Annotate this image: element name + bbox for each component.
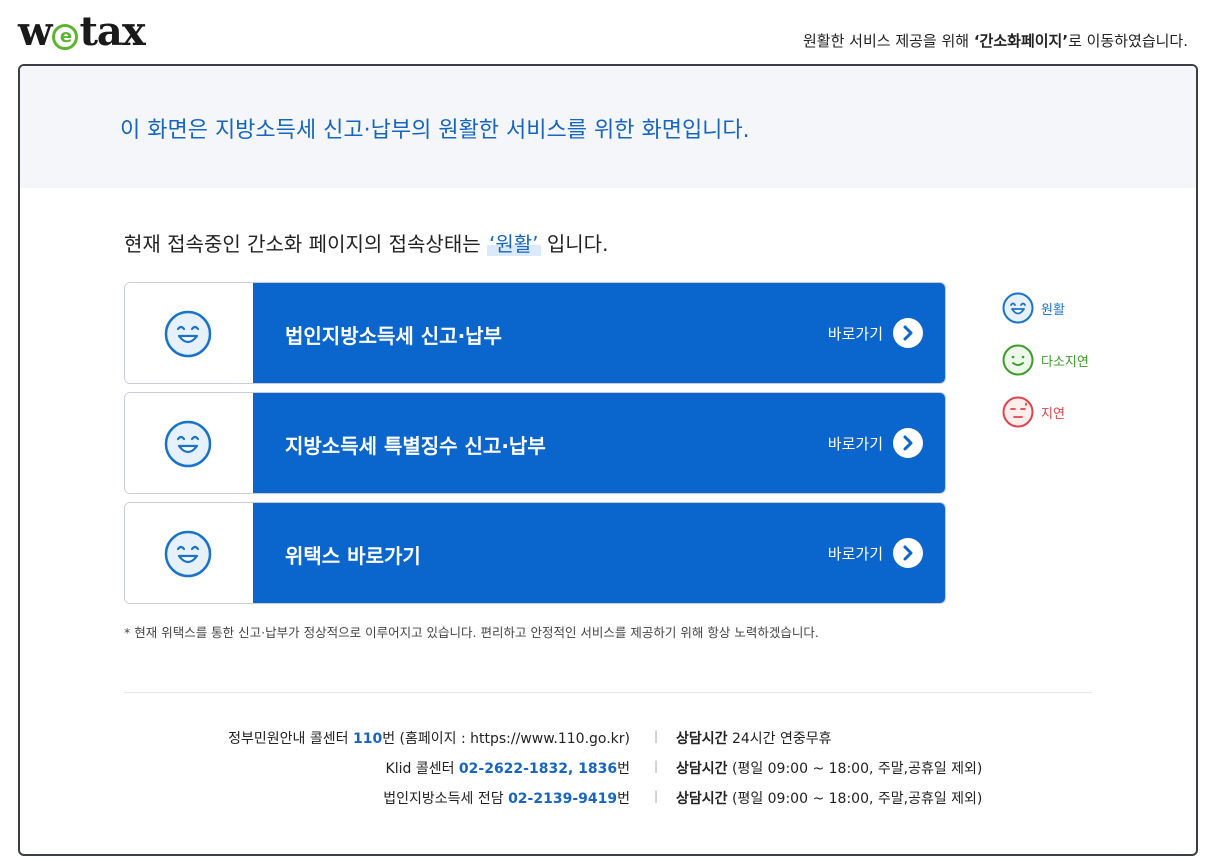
connection-status: 현재 접속중인 간소화 페이지의 접속상태는 ‘원활’ 입니다. <box>124 228 608 257</box>
go-label: 바로가기 <box>827 434 883 453</box>
logo-tax: tax <box>79 8 145 55</box>
go-label: 바로가기 <box>827 544 883 563</box>
contact-row: 정부민원안내 콜센터 110번 (홈페이지 : https://www.110.… <box>124 724 1092 754</box>
contact-center: 정부민원안내 콜센터 110번 (홈페이지 : https://www.110.… <box>228 728 630 748</box>
smile-face-icon <box>164 420 212 468</box>
service-status-cell <box>125 283 253 383</box>
legend-item-delay: 지연 <box>1002 386 1089 438</box>
service-bar: 법인지방소득세 신고·납부 바로가기 <box>253 283 945 383</box>
legend-item-slight-delay: 다소지연 <box>1002 334 1089 386</box>
header: w e tax 원활한 서비스 제공을 위해 ‘간소화페이지’로 이동하였습니다. <box>0 0 1210 62</box>
separator: | <box>654 729 659 743</box>
chevron-right-icon <box>893 538 923 568</box>
smile-face-icon <box>164 530 212 578</box>
go-link[interactable]: 바로가기 <box>828 318 923 348</box>
service-status-cell <box>125 393 253 493</box>
service-bar: 위택스 바로가기 바로가기 <box>253 503 945 603</box>
redirect-message: 원활한 서비스 제공을 위해 ‘간소화페이지’로 이동하였습니다. <box>803 30 1188 51</box>
contact-row: 법인지방소득세 전담 02-2139-9419번 | 상담시간 (평일 09:0… <box>124 784 1092 814</box>
consult-hours: 상담시간 (평일 09:00 ~ 18:00, 주말,공휴일 제외) <box>676 758 982 778</box>
chevron-right-icon <box>893 318 923 348</box>
service-title: 지방소득세 특별징수 신고·납부 <box>285 434 546 458</box>
contact-info: 정부민원안내 콜센터 110번 (홈페이지 : https://www.110.… <box>124 724 1092 814</box>
service-status-cell <box>125 503 253 603</box>
contact-row: Klid 콜센터 02-2622-1832, 1836번 | 상담시간 (평일 … <box>124 754 1092 784</box>
service-note: * 현재 위택스를 통한 신고·납부가 정상적으로 이루어지고 있습니다. 편리… <box>124 625 819 640</box>
go-label: 바로가기 <box>827 324 883 343</box>
redirect-message-post: 로 이동하였습니다. <box>1068 32 1188 50</box>
redirect-message-pre: 원활한 서비스 제공을 위해 <box>802 32 974 50</box>
contact-number[interactable]: 02-2622-1832, 1836 <box>459 761 617 777</box>
contact-center: 법인지방소득세 전담 02-2139-9419번 <box>383 788 630 808</box>
service-title: 위택스 바로가기 <box>285 544 421 568</box>
consult-hours-value: 24시간 연중무휴 <box>727 731 832 747</box>
separator: | <box>654 789 659 803</box>
contact-number[interactable]: 110 <box>353 731 382 747</box>
service-special-collection-button[interactable]: 지방소득세 특별징수 신고·납부 바로가기 <box>124 392 946 494</box>
contact-name: 법인지방소득세 전담 <box>383 791 509 807</box>
status-state: ‘원활’ <box>487 232 541 256</box>
info-banner: 이 화면은 지방소득세 신고·납부의 원활한 서비스를 위한 화면입니다. <box>20 66 1196 188</box>
logo-w: w <box>18 8 52 55</box>
wetax-logo[interactable]: w e tax <box>18 8 146 56</box>
service-corporate-tax-button[interactable]: 법인지방소득세 신고·납부 바로가기 <box>124 282 946 384</box>
contact-detail: 번 <box>617 791 630 807</box>
consult-hours: 상담시간 (평일 09:00 ~ 18:00, 주말,공휴일 제외) <box>676 788 982 808</box>
status-pre: 현재 접속중인 간소화 페이지의 접속상태는 <box>124 232 487 256</box>
consult-hours-label: 상담시간 <box>676 791 728 807</box>
consult-hours-value: (평일 09:00 ~ 18:00, 주말,공휴일 제외) <box>727 761 983 777</box>
service-wetax-button[interactable]: 위택스 바로가기 바로가기 <box>124 502 946 604</box>
consult-hours: 상담시간 24시간 연중무휴 <box>676 728 832 748</box>
divider <box>124 692 1092 693</box>
chevron-right-icon <box>893 428 923 458</box>
separator: | <box>654 759 659 773</box>
legend-label: 지연 <box>1041 406 1065 422</box>
legend-label: 다소지연 <box>1041 354 1089 370</box>
legend-label: 원활 <box>1041 302 1065 318</box>
consult-hours-value: (평일 09:00 ~ 18:00, 주말,공휴일 제외) <box>727 791 983 807</box>
status-post: 입니다. <box>540 232 609 256</box>
service-bar: 지방소득세 특별징수 신고·납부 바로가기 <box>253 393 945 493</box>
contact-center: Klid 콜센터 02-2622-1832, 1836번 <box>386 758 630 778</box>
contact-name: Klid 콜센터 <box>385 761 459 777</box>
contact-name: 정부민원안내 콜센터 <box>228 731 353 747</box>
service-title: 법인지방소득세 신고·납부 <box>285 324 502 348</box>
neutral-smile-face-icon <box>1002 344 1034 376</box>
sweat-face-icon <box>1002 396 1034 428</box>
redirect-message-bold: ‘간소화페이지’ <box>973 32 1069 50</box>
consult-hours-label: 상담시간 <box>676 761 728 777</box>
contact-number[interactable]: 02-2139-9419 <box>508 791 617 807</box>
logo-e-icon: e <box>52 24 79 50</box>
status-legend: 원활 다소지연 지연 <box>1002 282 1089 438</box>
smile-face-icon <box>1002 292 1034 324</box>
legend-item-smooth: 원활 <box>1002 282 1089 334</box>
smile-face-icon <box>164 310 212 358</box>
main-panel: 이 화면은 지방소득세 신고·납부의 원활한 서비스를 위한 화면입니다. 현재… <box>18 64 1198 856</box>
consult-hours-label: 상담시간 <box>676 731 728 747</box>
go-link[interactable]: 바로가기 <box>828 538 923 568</box>
contact-detail: 번 <box>617 761 630 777</box>
banner-text: 이 화면은 지방소득세 신고·납부의 원활한 서비스를 위한 화면입니다. <box>120 118 750 143</box>
go-link[interactable]: 바로가기 <box>828 428 923 458</box>
contact-detail: 번 (홈페이지 : https://www.110.go.kr) <box>382 731 630 747</box>
